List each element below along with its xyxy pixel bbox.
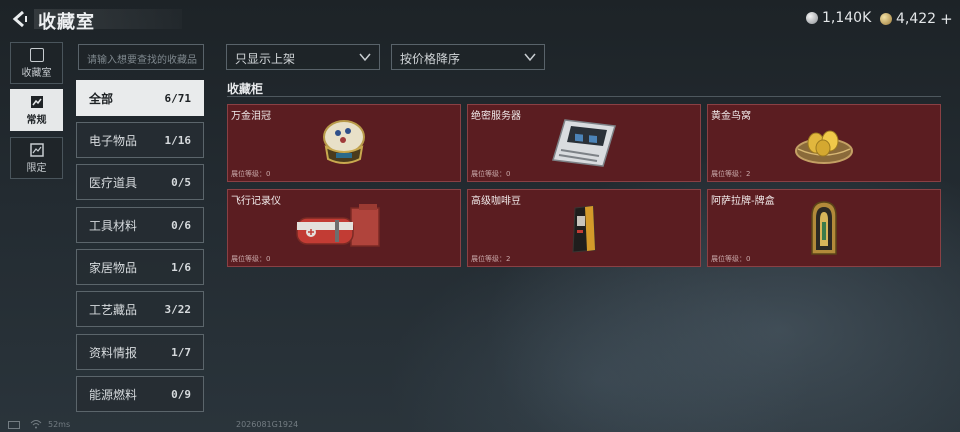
category-count: 0/6 [171,218,191,232]
category-item-household[interactable]: 家居物品 1/6 [76,249,204,285]
category-count: 1/7 [171,345,191,359]
sort-value: 按价格降序 [400,52,461,66]
item-name: 万金泪冠 [231,111,271,122]
tab-regular[interactable]: 常规 [10,89,63,131]
ping-text: 52ms [48,420,71,429]
cabinet-divider [227,96,941,97]
category-count: 1/6 [171,260,191,274]
cabinet-title: 收藏柜 [227,82,264,96]
item-level: 展位等级：0 [471,170,511,178]
item-name: 飞行记录仪 [231,196,281,207]
status-bar: 52ms 2026081G1924 [0,420,960,432]
category-count: 1/16 [164,133,192,147]
item-card[interactable]: 黄金鸟窝 展位等级：2 [707,104,941,182]
silver-coin-icon [806,12,818,24]
gold-amount: 4,422 [896,11,937,27]
golden-nest-icon [795,130,853,164]
category-item-electronics[interactable]: 电子物品 1/16 [76,122,204,158]
category-item-all[interactable]: 全部 6/71 [76,80,204,116]
gold-coin-icon [880,13,892,25]
item-name: 阿萨拉牌-牌盒 [711,196,775,207]
search-input[interactable]: 请输入想要查找的收藏品 [78,44,204,70]
category-label: 能源燃料 [89,387,138,402]
category-count: 6/71 [164,91,192,105]
chevron-down-icon [524,53,536,62]
gem-egg-icon [323,120,365,164]
category-label: 医疗道具 [89,175,138,190]
category-label: 资料情报 [89,345,138,360]
build-text: 2026081G1924 [236,420,299,429]
silver-amount: 1,140K [822,10,872,26]
coffee-bag-icon [572,205,596,253]
item-name: 黄金鸟窝 [711,111,751,122]
limited-icon [29,142,44,157]
page-title: 收藏室 [38,12,95,33]
wifi-icon [30,419,42,431]
category-count: 0/5 [171,175,191,189]
item-card[interactable]: 万金泪冠 展位等级：0 [227,104,461,182]
category-item-medical[interactable]: 医疗道具 0/5 [76,164,204,200]
tab-label: 限定 [26,162,47,174]
tab-limited[interactable]: 限定 [10,137,63,179]
category-label: 电子物品 [89,133,138,148]
chevron-down-icon [359,53,371,62]
category-item-energy[interactable]: 能源燃料 0/9 [76,376,204,412]
gold-currency[interactable]: 4,422 + [880,10,953,28]
silver-currency: 1,140K [806,10,871,26]
item-name: 绝密服务器 [471,111,521,122]
regular-icon [30,95,43,108]
item-card[interactable]: 绝密服务器 展位等级：0 [467,104,701,182]
item-level: 展位等级：0 [231,255,271,263]
item-name: 高级咖啡豆 [471,196,521,207]
back-button[interactable] [8,8,32,30]
item-card[interactable]: 阿萨拉牌-牌盒 展位等级：0 [707,189,941,267]
item-card[interactable]: 飞行记录仪 展位等级：0 [227,189,461,267]
tab-collection-room[interactable]: 收藏室 [10,42,63,84]
sort-dropdown[interactable]: 按价格降序 [391,44,545,70]
add-currency-button[interactable]: + [940,10,953,28]
tab-label: 收藏室 [21,67,52,79]
back-arrow-icon [12,10,27,28]
item-card[interactable]: 高级咖啡豆 展位等级：2 [467,189,701,267]
category-label: 工具材料 [89,218,138,233]
category-count: 3/22 [164,302,192,316]
shelf-filter-dropdown[interactable]: 只显示上架 [226,44,380,70]
item-level: 展位等级：2 [471,255,511,263]
category-count: 0/9 [171,387,191,401]
category-item-crafts[interactable]: 工艺藏品 3/22 [76,291,204,327]
item-level: 展位等级：0 [711,255,751,263]
category-label: 全部 [89,91,114,106]
category-label: 工艺藏品 [89,302,138,317]
tab-label: 常规 [26,114,47,126]
server-icon [552,119,616,167]
shelf-filter-value: 只显示上架 [235,52,296,66]
item-level: 展位等级：0 [231,170,271,178]
collection-room-icon [29,47,44,62]
category-item-intel[interactable]: 资料情报 1/7 [76,334,204,370]
category-item-tools[interactable]: 工具材料 0/6 [76,207,204,243]
item-level: 展位等级：2 [711,170,751,178]
battery-icon [8,421,20,429]
card-box-icon [811,201,837,255]
category-label: 家居物品 [89,260,138,275]
flight-recorder-icon [296,204,380,247]
